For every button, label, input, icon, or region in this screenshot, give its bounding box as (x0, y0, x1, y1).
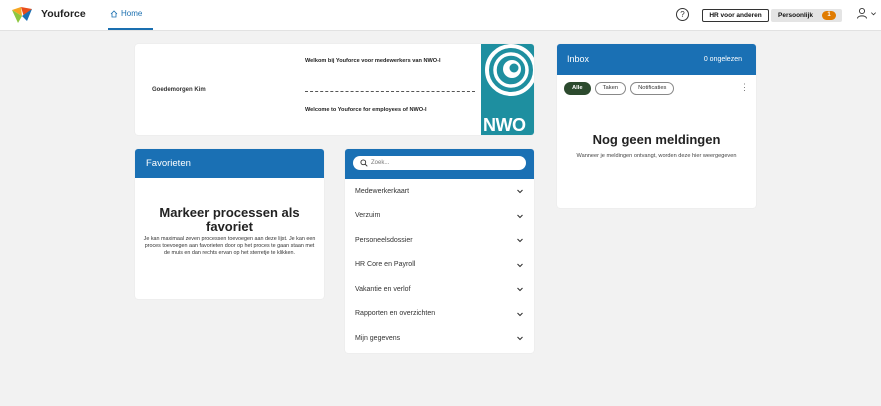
process-item-label: Mijn gegevens (355, 334, 401, 342)
nwo-swirl-icon (485, 44, 534, 96)
chevron-down-icon (517, 336, 523, 341)
youforce-logo-icon[interactable] (12, 7, 32, 23)
notification-badge: 1 (822, 11, 836, 20)
home-icon (110, 9, 118, 17)
chevron-down-icon (517, 263, 523, 268)
hr-for-others-button[interactable]: HR voor anderen (702, 9, 769, 22)
process-item-label: Personeelsdossier (355, 236, 413, 244)
chevron-down-icon (517, 214, 523, 219)
filter-tasks[interactable]: Taken (594, 82, 627, 95)
personal-button-label: Persoonlijk (778, 12, 814, 19)
process-item-label: HR Core en Payroll (355, 261, 416, 269)
process-item[interactable]: Personeelsdossier (345, 228, 534, 253)
top-bar: Youforce Home ? HR voor anderen Persoonl… (0, 0, 881, 31)
process-item-label: Verzuim (355, 212, 381, 220)
process-item[interactable]: Vakantie en verlof (345, 277, 534, 302)
process-item[interactable]: Mijn gegevens (345, 326, 534, 351)
inbox-card: Inbox 0 ongelezen Alle Taken Notificatie… (557, 44, 756, 208)
brand-name[interactable]: Youforce (41, 8, 86, 20)
unread-count: 0 ongelezen (703, 56, 742, 63)
process-list: Medewerkerkaart Verzuim Personeelsdossier H… (345, 179, 534, 351)
favorites-empty-title: Markeer processen als favoriet (159, 205, 300, 234)
process-item-label: Rapporten en overzichten (355, 310, 436, 318)
search-icon (360, 159, 368, 167)
process-item-label: Medewerkerkaart (355, 187, 410, 195)
favorites-card: Favorieten Markeer processen als favorie… (135, 149, 324, 299)
chevron-down-icon (517, 238, 523, 243)
search-input[interactable]: Zoek... (353, 156, 526, 170)
welcome-text-dutch: Welkom bij Youforce voor medewerkers van… (305, 58, 441, 64)
inbox-header: Inbox 0 ongelezen (557, 44, 756, 75)
divider (305, 91, 475, 92)
inbox-filters: Alle Taken Notificaties (564, 82, 675, 95)
inbox-empty-description: Wanneer je meldingen ontvangt, worden de… (576, 153, 737, 159)
nav-active-indicator (108, 28, 153, 30)
more-options-icon[interactable]: ⋮ (740, 83, 749, 92)
processes-card: Zoek... Medewerkerkaart Verzuim Personeels… (345, 149, 534, 353)
greeting-text: Goedemorgen Kim (152, 87, 206, 93)
personal-button[interactable]: Persoonlijk 1 (771, 9, 842, 22)
filter-all[interactable]: Alle (564, 82, 591, 95)
chevron-down-icon (517, 312, 523, 317)
chevron-down-icon (517, 287, 523, 292)
nav-home-label: Home (121, 9, 143, 18)
processes-header: Zoek... (345, 149, 534, 179)
chevron-down-icon (517, 189, 523, 194)
user-menu[interactable] (856, 7, 877, 19)
inbox-empty-title: Nog geen meldingen (592, 132, 721, 147)
process-item[interactable]: Rapporten en overzichten (345, 302, 534, 327)
inbox-title: Inbox (567, 54, 590, 64)
nav-home-link[interactable]: Home (110, 9, 142, 18)
favorites-empty-description: Je kan maximaal zeven processen toevoege… (143, 236, 316, 257)
process-item[interactable]: HR Core en Payroll (345, 253, 534, 278)
nwo-logo: NWO (481, 44, 534, 135)
favorites-header: Favorieten (135, 149, 324, 178)
process-item[interactable]: Medewerkerkaart (345, 179, 534, 204)
user-icon (857, 7, 867, 19)
help-icon[interactable]: ? (676, 8, 689, 21)
filter-notifications[interactable]: Notificaties (630, 82, 675, 95)
welcome-card: Goedemorgen Kim Welkom bij Youforce voor… (135, 44, 534, 135)
chevron-down-icon (871, 11, 876, 15)
welcome-text-english: Welcome to Youforce for employees of NWO… (305, 107, 427, 113)
process-item-label: Vakantie en verlof (355, 285, 411, 293)
nwo-logo-text: NWO (483, 115, 526, 135)
process-item[interactable]: Verzuim (345, 204, 534, 229)
